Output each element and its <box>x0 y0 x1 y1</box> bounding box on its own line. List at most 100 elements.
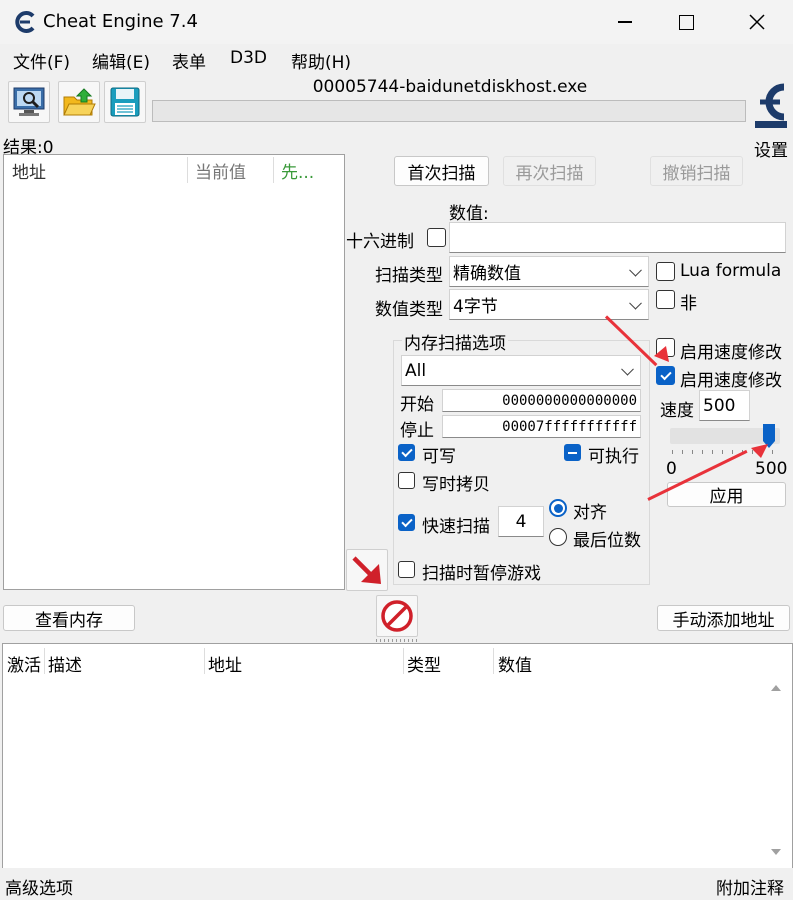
results-column-address[interactable]: 地址 <box>12 158 46 183</box>
pause-game-label: 扫描时暂停游戏 <box>422 564 541 584</box>
scan-type-value: 精确数值 <box>453 264 521 284</box>
not-checkbox[interactable] <box>656 290 675 309</box>
window-title: Cheat Engine 7.4 <box>43 11 198 32</box>
executable-checkbox[interactable] <box>564 444 581 461</box>
start-label: 开始 <box>400 395 434 415</box>
pause-game-checkbox[interactable] <box>398 561 415 578</box>
stop-icon <box>381 600 413 632</box>
value-type-value: 4字节 <box>453 297 498 317</box>
speed-input[interactable]: 500 <box>699 390 750 421</box>
fast-scan-label: 快速扫描 <box>422 517 490 537</box>
column-divider <box>273 157 274 183</box>
not-label: 非 <box>680 294 697 314</box>
column-divider <box>44 648 45 674</box>
minimize-button[interactable] <box>594 0 656 44</box>
chevron-down-icon <box>629 263 642 277</box>
first-scan-button[interactable]: 首次扫描 <box>394 156 489 186</box>
copy-on-write-checkbox[interactable] <box>398 472 415 489</box>
apply-button[interactable]: 应用 <box>667 482 786 507</box>
last-digits-label: 最后位数 <box>573 531 641 551</box>
address-list[interactable]: 激活 描述 地址 类型 数值 <box>2 643 793 869</box>
close-button[interactable] <box>726 0 788 44</box>
arrow-down-right-icon <box>352 556 381 584</box>
scroll-up-icon[interactable] <box>766 680 786 694</box>
address-column-description[interactable]: 描述 <box>48 651 82 676</box>
floppy-disk-icon <box>110 87 140 117</box>
lua-formula-label: Lua formula <box>680 261 782 281</box>
fast-scan-checkbox[interactable] <box>398 514 415 531</box>
maximize-icon <box>678 14 694 30</box>
chevron-down-icon <box>621 362 634 376</box>
vertical-scrollbar[interactable] <box>766 676 786 864</box>
memory-scan-options-title: 内存扫描选项 <box>402 329 508 354</box>
stop-label: 停止 <box>400 421 434 441</box>
copy-on-write-label: 写时拷贝 <box>422 475 490 495</box>
undo-scan-button[interactable]: 撤销扫描 <box>650 156 743 186</box>
annotation-arrow-head-icon <box>650 340 674 369</box>
speed-label: 速度 <box>660 401 694 421</box>
scan-type-label: 扫描类型 <box>375 266 443 286</box>
address-column-value[interactable]: 数值 <box>498 651 532 676</box>
maximize-button[interactable] <box>655 0 717 44</box>
process-name: 00005744-baidunetdiskhost.exe <box>312 77 588 97</box>
folder-open-icon <box>63 88 96 116</box>
chevron-down-icon <box>629 296 642 310</box>
scan-progress-bar <box>152 100 746 122</box>
value-input[interactable] <box>449 222 786 253</box>
open-file-button[interactable] <box>58 81 100 123</box>
fast-scan-input[interactable]: 4 <box>498 506 544 537</box>
results-list[interactable]: 地址 当前值 先... <box>3 154 345 590</box>
address-column-type[interactable]: 类型 <box>407 651 441 676</box>
memory-region-select[interactable]: All <box>401 355 641 386</box>
start-address-input[interactable]: 0000000000000000 <box>442 389 641 412</box>
slider-min-label: 0 <box>666 459 677 479</box>
writable-label: 可写 <box>422 447 456 467</box>
menu-d3d[interactable]: D3D <box>230 48 267 68</box>
column-divider <box>493 648 494 674</box>
scan-type-select[interactable]: 精确数值 <box>449 256 649 287</box>
menu-table[interactable]: 表单 <box>172 48 206 73</box>
minimize-icon <box>618 21 632 23</box>
menu-edit[interactable]: 编辑(E) <box>92 48 150 73</box>
speedhack-label-2: 启用速度修改 <box>680 371 782 391</box>
writable-checkbox[interactable] <box>398 444 415 461</box>
speedhack-label-1: 启用速度修改 <box>680 343 782 363</box>
hex-label: 十六进制 <box>346 232 414 252</box>
add-selected-to-list-button[interactable] <box>346 549 388 591</box>
value-type-label: 数值类型 <box>375 300 443 320</box>
view-memory-button[interactable]: 查看内存 <box>3 605 135 631</box>
annotation-arrow-head-icon <box>746 440 770 469</box>
results-column-previous[interactable]: 先... <box>281 158 314 183</box>
value-type-select[interactable]: 4字节 <box>449 289 649 320</box>
align-radio[interactable] <box>549 499 567 517</box>
cheat-engine-logo-icon[interactable] <box>750 75 792 131</box>
computer-search-icon <box>13 87 45 116</box>
settings-label[interactable]: 设置 <box>754 136 788 161</box>
menu-help[interactable]: 帮助(H) <box>291 48 351 73</box>
stop-address-input[interactable]: 00007fffffffffff <box>442 415 641 438</box>
executable-label: 可执行 <box>588 447 639 467</box>
memory-region-value: All <box>405 360 427 381</box>
app-logo-icon <box>13 10 37 34</box>
column-divider <box>204 648 205 674</box>
table-extras-link[interactable]: 附加注释 <box>716 874 784 899</box>
advanced-options-link[interactable]: 高级选项 <box>5 874 73 899</box>
hex-checkbox[interactable] <box>427 228 446 247</box>
results-column-value[interactable]: 当前值 <box>195 158 246 183</box>
address-column-active[interactable]: 激活 <box>7 651 41 676</box>
value-label: 数值: <box>449 204 489 224</box>
stop-scan-button[interactable] <box>376 595 418 637</box>
last-digits-radio[interactable] <box>549 528 567 546</box>
splitter-grip[interactable] <box>376 639 418 642</box>
align-label: 对齐 <box>573 503 607 523</box>
menu-file[interactable]: 文件(F) <box>13 48 70 73</box>
address-column-address[interactable]: 地址 <box>208 651 242 676</box>
column-divider <box>403 648 404 674</box>
open-process-button[interactable] <box>8 81 50 123</box>
lua-formula-checkbox[interactable] <box>656 262 675 281</box>
scroll-down-icon[interactable] <box>766 846 786 860</box>
add-address-manually-button[interactable]: 手动添加地址 <box>657 605 790 631</box>
next-scan-button[interactable]: 再次扫描 <box>503 156 596 186</box>
save-button[interactable] <box>104 81 146 123</box>
column-divider <box>187 157 188 183</box>
